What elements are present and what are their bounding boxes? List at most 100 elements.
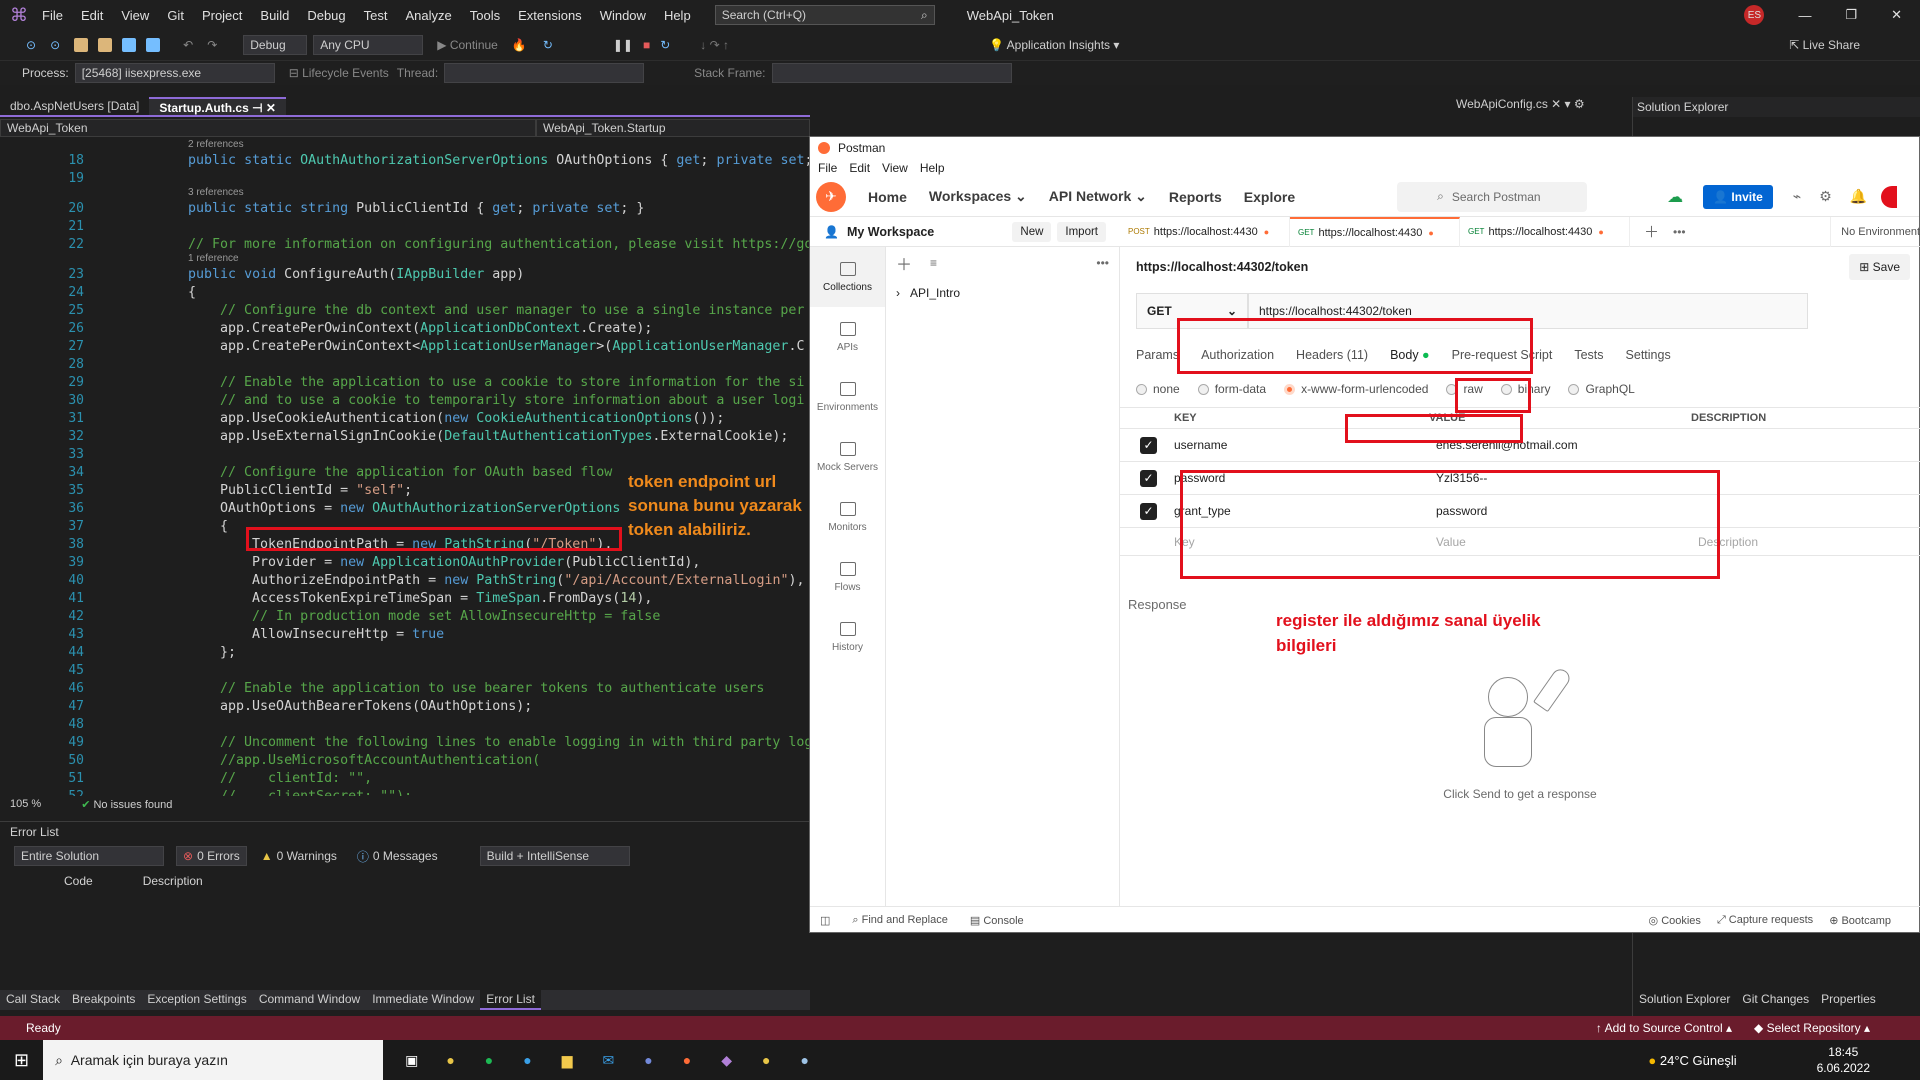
bottom-tab-exception-settings[interactable]: Exception Settings: [141, 990, 252, 1010]
errors-filter[interactable]: ⊗ 0 Errors: [176, 846, 247, 866]
scope-dropdown[interactable]: Entire Solution: [14, 846, 164, 866]
class-dropdown[interactable]: WebApi_Token.Startup: [536, 119, 810, 137]
menu-test[interactable]: Test: [364, 8, 388, 23]
step-icons[interactable]: ↓ ↷ ↑: [700, 38, 729, 52]
bootcamp-button[interactable]: ⊕ Bootcamp: [1829, 914, 1891, 927]
postman-search[interactable]: ⌕ Search Postman: [1397, 181, 1588, 212]
new-button[interactable]: New: [1012, 221, 1052, 242]
menu-edit[interactable]: Edit: [81, 8, 103, 23]
menu-view[interactable]: View: [121, 8, 149, 23]
nav-workspaces[interactable]: Workspaces ⌄: [929, 188, 1027, 205]
environment-dropdown[interactable]: No Environment: [1830, 216, 1920, 247]
clock[interactable]: 18:45 6.06.2022: [1817, 1044, 1870, 1076]
tab-settings[interactable]: Settings: [1626, 348, 1671, 362]
save-button[interactable]: ⊞ Save: [1849, 254, 1910, 280]
solex-tab[interactable]: Git Changes: [1736, 990, 1815, 1008]
tab-tests[interactable]: Tests: [1574, 348, 1603, 362]
tab-params[interactable]: Params: [1136, 348, 1179, 362]
pin-icon[interactable]: ⊣: [252, 101, 262, 115]
messages-filter[interactable]: ⓘ 0 Messages: [351, 846, 444, 866]
sync-icon[interactable]: ☁: [1667, 187, 1683, 207]
edge-icon[interactable]: ●: [523, 1052, 531, 1068]
postman-home-logo-icon[interactable]: ✈: [816, 181, 846, 212]
lifecycle-button[interactable]: ⊟ Lifecycle Events: [289, 66, 389, 80]
continue-button[interactable]: ▶ Continue: [437, 38, 498, 52]
bottom-tab-command-window[interactable]: Command Window: [253, 990, 366, 1010]
body-type-graphql[interactable]: GraphQL: [1568, 382, 1635, 396]
task-view-icon[interactable]: ▣: [405, 1052, 418, 1069]
process-dropdown[interactable]: [25468] iisexpress.exe: [74, 63, 275, 83]
checkbox-icon[interactable]: ✓: [1140, 436, 1157, 454]
add-tab-icon[interactable]: ＋: [1644, 221, 1659, 242]
redo-icon[interactable]: ↷: [207, 38, 217, 52]
nav-api-network[interactable]: API Network ⌄: [1049, 188, 1147, 205]
stop-icon[interactable]: ■: [643, 38, 650, 52]
minimize-icon[interactable]: —: [1798, 8, 1811, 23]
settings-icon[interactable]: ⚙: [1819, 188, 1832, 205]
windows-start-icon[interactable]: ⊞: [14, 1050, 29, 1071]
sidebar-item-collections[interactable]: Collections: [810, 247, 885, 307]
new-project-icon[interactable]: [74, 38, 89, 52]
spotify-icon[interactable]: ●: [485, 1052, 493, 1068]
request-tab[interactable]: GET https://localhost:4430 ●: [1460, 216, 1630, 247]
thread-dropdown[interactable]: [444, 63, 645, 83]
menu-file[interactable]: File: [42, 8, 63, 23]
sidebar-item-monitors[interactable]: Monitors: [810, 487, 885, 547]
config-dropdown[interactable]: Debug: [243, 35, 308, 55]
explorer-icon[interactable]: ▆: [562, 1052, 573, 1069]
console-button[interactable]: ▤ Console: [970, 914, 1024, 927]
menu-extensions[interactable]: Extensions: [518, 8, 582, 23]
collection-item[interactable]: › API_Intro: [886, 279, 1119, 307]
pm-menu-file[interactable]: File: [818, 161, 837, 175]
tab-aspnetusers[interactable]: dbo.AspNetUsers [Data]: [0, 97, 149, 115]
toggle-sidebar-icon[interactable]: ◫: [820, 914, 830, 927]
sidebar-item-history[interactable]: History: [810, 607, 885, 667]
more-tabs-icon[interactable]: •••: [1673, 225, 1686, 239]
live-share-button[interactable]: ⇱ Live Share: [1789, 38, 1860, 52]
menu-git[interactable]: Git: [167, 8, 184, 23]
bottom-tab-call-stack[interactable]: Call Stack: [0, 990, 66, 1010]
tab-startup-auth[interactable]: Startup.Auth.cs ⊣ ✕: [149, 97, 286, 115]
sidebar-item-environments[interactable]: Environments: [810, 367, 885, 427]
zoom-level[interactable]: 105 %: [10, 798, 41, 810]
capture-button[interactable]: ⤢ Capture requests: [1717, 914, 1813, 927]
body-type-form-data[interactable]: form-data: [1197, 382, 1266, 396]
nav-reports[interactable]: Reports: [1169, 189, 1222, 205]
project-dropdown[interactable]: WebApi_Token: [0, 119, 536, 137]
app-insights-button[interactable]: 💡 Application Insights ▾: [989, 38, 1119, 52]
nav-home[interactable]: Home: [868, 189, 907, 205]
cookies-button[interactable]: ◎ Cookies: [1649, 914, 1701, 927]
refresh-icon[interactable]: ↻: [660, 38, 670, 52]
stackframe-dropdown[interactable]: [771, 63, 1012, 83]
sidebar-item-mock-servers[interactable]: Mock Servers: [810, 427, 885, 487]
find-replace-button[interactable]: ⌕ Find and Replace: [852, 914, 947, 927]
menu-debug[interactable]: Debug: [307, 8, 345, 23]
menu-tools[interactable]: Tools: [470, 8, 500, 23]
code-lens[interactable]: 3 references: [188, 187, 244, 198]
bottom-tab-breakpoints[interactable]: Breakpoints: [66, 990, 141, 1010]
request-tab[interactable]: GET https://localhost:4430 ●: [1290, 216, 1460, 247]
select-repository[interactable]: ◆ Select Repository ▴: [1754, 1021, 1870, 1035]
bell-icon[interactable]: 🔔: [1850, 188, 1867, 205]
chrome2-icon[interactable]: ●: [762, 1052, 770, 1068]
hot-reload-icon[interactable]: 🔥: [512, 38, 527, 52]
menu-project[interactable]: Project: [202, 8, 242, 23]
menu-analyze[interactable]: Analyze: [405, 8, 451, 23]
workspace-name[interactable]: My Workspace: [847, 225, 934, 239]
solex-tab[interactable]: Properties: [1815, 990, 1882, 1008]
restore-icon[interactable]: ❐: [1845, 7, 1857, 23]
discord-icon[interactable]: ●: [644, 1052, 652, 1068]
body-type-x-www-form-urlencoded[interactable]: x-www-form-urlencoded: [1284, 382, 1428, 396]
body-type-none[interactable]: none: [1136, 382, 1180, 396]
menu-help[interactable]: Help: [664, 8, 691, 23]
pm-menu-edit[interactable]: Edit: [849, 161, 870, 175]
forward-icon[interactable]: ⊙: [50, 38, 60, 52]
nav-explore[interactable]: Explore: [1244, 189, 1295, 205]
request-tab[interactable]: POST https://localhost:4430 ●: [1120, 216, 1290, 247]
more-icon[interactable]: •••: [1096, 256, 1109, 270]
platform-dropdown[interactable]: Any CPU: [313, 35, 424, 55]
back-icon[interactable]: ⊙: [26, 38, 36, 52]
import-button[interactable]: Import: [1057, 221, 1106, 242]
restart-icon[interactable]: ↻: [543, 38, 553, 52]
bottom-tab-error-list[interactable]: Error List: [480, 990, 541, 1010]
